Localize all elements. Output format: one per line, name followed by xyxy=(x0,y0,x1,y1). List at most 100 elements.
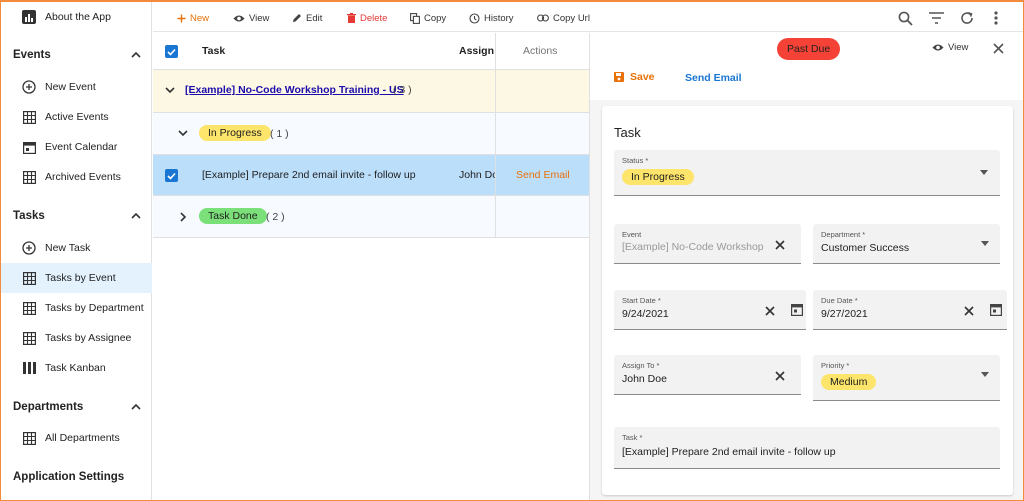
calendar-icon[interactable] xyxy=(791,303,803,316)
column-divider xyxy=(495,33,496,238)
section-events-header[interactable]: Events xyxy=(1,40,152,70)
field-label: Department * xyxy=(821,230,866,239)
chevron-down-icon[interactable] xyxy=(165,87,175,94)
column-header-task[interactable]: Task xyxy=(202,45,225,57)
dropdown-arrow-icon[interactable] xyxy=(981,241,989,246)
filter-icon[interactable] xyxy=(927,9,945,27)
save-label: Save xyxy=(630,71,655,83)
task-form-card: Task Status * In Progress Event [Example… xyxy=(602,106,1013,495)
plus-icon xyxy=(177,14,186,22)
sidebar-item-task-kanban[interactable]: Task Kanban xyxy=(1,353,152,383)
subgroup-row-task-done[interactable]: Task Done ( 2 ) xyxy=(153,196,589,238)
delete-button[interactable]: Delete xyxy=(347,9,387,27)
department-field[interactable]: Department * Customer Success xyxy=(813,224,1000,264)
eye-icon xyxy=(932,44,944,51)
subgroup-row-in-progress[interactable]: In Progress ( 1 ) xyxy=(153,113,589,155)
status-field[interactable]: Status * In Progress xyxy=(614,150,1000,196)
past-due-badge: Past Due xyxy=(777,38,841,60)
sidebar-item-label: Active Events xyxy=(45,111,109,123)
refresh-icon[interactable] xyxy=(958,9,976,27)
chevron-right-icon[interactable] xyxy=(180,212,187,222)
sidebar-item-new-event[interactable]: New Event xyxy=(1,72,152,102)
field-label: Assign To * xyxy=(622,361,660,370)
assign-to-field[interactable]: Assign To * John Doe xyxy=(614,355,801,395)
row-checkbox[interactable] xyxy=(165,169,178,182)
delete-label: Delete xyxy=(360,12,388,24)
sidebar-item-all-departments[interactable]: All Departments xyxy=(1,423,152,453)
card-title: Task xyxy=(614,125,641,140)
clear-icon[interactable] xyxy=(774,370,786,382)
grid-icon xyxy=(22,271,36,285)
edit-button[interactable]: Edit xyxy=(292,9,322,27)
group-row-event[interactable]: [Example] No-Code Workshop Training - US… xyxy=(153,70,589,113)
search-icon[interactable] xyxy=(896,9,914,27)
bar-chart-icon xyxy=(22,10,36,24)
send-email-button[interactable]: Send Email xyxy=(685,72,742,84)
sidebar-item-archived-events[interactable]: Archived Events xyxy=(1,162,152,192)
sidebar-item-label: Event Calendar xyxy=(45,141,118,153)
priority-field[interactable]: Priority * Medium xyxy=(813,355,1000,401)
section-departments-header[interactable]: Departments xyxy=(1,392,152,422)
status-value-chip: In Progress xyxy=(622,169,694,185)
calendar-icon[interactable] xyxy=(990,303,1002,316)
sidebar-item-label: Archived Events xyxy=(45,171,121,183)
column-header-assign[interactable]: Assign T xyxy=(459,45,495,57)
save-icon xyxy=(614,72,624,82)
event-field[interactable]: Event [Example] No-Code Workshop T xyxy=(614,224,801,264)
grid-header: Task Assign T Actions xyxy=(153,33,589,70)
sidebar: About the App Events New Event Active Ev… xyxy=(1,2,152,500)
check-icon xyxy=(167,48,176,56)
new-button[interactable]: New xyxy=(177,9,209,27)
chevron-down-icon[interactable] xyxy=(178,130,188,137)
sidebar-item-tasks-by-department[interactable]: Tasks by Department xyxy=(1,293,152,323)
grid-icon xyxy=(22,301,36,315)
field-value: Customer Success xyxy=(821,242,910,254)
copy-button[interactable]: Copy xyxy=(410,9,446,27)
group-event-link[interactable]: [Example] No-Code Workshop Training - US xyxy=(185,84,404,96)
clear-icon[interactable] xyxy=(764,305,776,317)
sidebar-item-active-events[interactable]: Active Events xyxy=(1,102,152,132)
start-date-field[interactable]: Start Date * 9/24/2021 xyxy=(614,290,806,330)
task-name-field[interactable]: Task * [Example] Prepare 2nd email invit… xyxy=(614,427,1000,469)
status-chip: In Progress xyxy=(199,125,271,141)
status-chip: Task Done xyxy=(199,208,267,224)
field-value: [Example] No-Code Workshop T xyxy=(622,241,765,253)
row-assignee-cell: John Do xyxy=(459,169,495,181)
panel-view-button[interactable]: View xyxy=(932,42,968,53)
dropdown-arrow-icon[interactable] xyxy=(981,372,989,377)
history-button[interactable]: History xyxy=(469,9,514,27)
table-row[interactable]: [Example] Prepare 2nd email invite - fol… xyxy=(153,155,589,196)
sidebar-item-new-task[interactable]: New Task xyxy=(1,233,152,263)
dropdown-arrow-icon[interactable] xyxy=(980,170,988,175)
sidebar-item-event-calendar[interactable]: Event Calendar xyxy=(1,132,152,162)
application-settings-link[interactable]: Application Settings xyxy=(1,462,152,492)
new-label: New xyxy=(190,12,210,24)
panel-header: Past Due View Save Send Email xyxy=(590,33,1023,100)
sidebar-item-tasks-by-assignee[interactable]: Tasks by Assignee xyxy=(1,323,152,353)
calendar-icon xyxy=(22,140,36,154)
save-button[interactable]: Save xyxy=(614,71,655,83)
field-value: 9/27/2021 xyxy=(821,308,868,320)
send-email-action[interactable]: Send Email xyxy=(516,169,570,181)
select-all-checkbox[interactable] xyxy=(165,45,178,58)
about-app-label: About the App xyxy=(45,11,111,23)
section-title: Application Settings xyxy=(13,471,125,483)
close-icon[interactable] xyxy=(993,43,1004,54)
view-button[interactable]: View xyxy=(233,9,269,27)
sidebar-item-label: New Event xyxy=(45,81,96,93)
sidebar-item-tasks-by-event[interactable]: Tasks by Event xyxy=(1,263,152,293)
subgroup-count: ( 1 ) xyxy=(270,128,289,140)
due-date-field[interactable]: Due Date * 9/27/2021 xyxy=(813,290,1007,330)
task-grid: Task Assign T Actions [Example] No-Code … xyxy=(153,33,589,500)
field-label: Status * xyxy=(622,156,649,165)
clear-icon[interactable] xyxy=(963,305,975,317)
grid-icon xyxy=(22,110,36,124)
add-circle-icon xyxy=(22,80,36,94)
section-tasks-header[interactable]: Tasks xyxy=(1,201,152,231)
field-label: Due Date * xyxy=(821,296,858,305)
copy-url-button[interactable]: Copy Url xyxy=(537,9,590,27)
clear-icon[interactable] xyxy=(774,239,786,251)
about-app-link[interactable]: About the App xyxy=(1,2,152,32)
sidebar-item-label: Tasks by Event xyxy=(45,272,116,284)
more-vert-icon[interactable] xyxy=(987,9,1005,27)
